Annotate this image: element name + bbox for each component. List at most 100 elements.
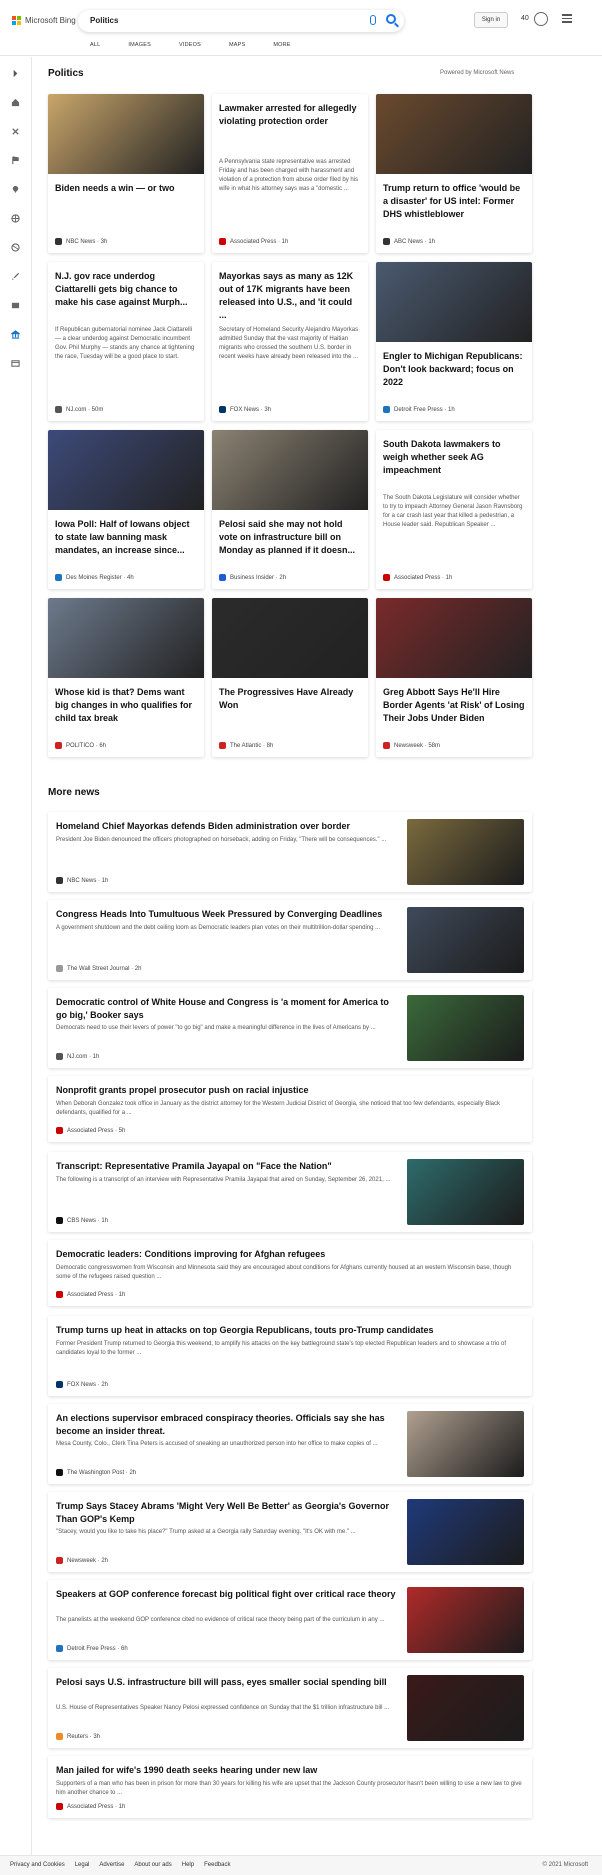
search-input[interactable]: Politics [90,16,118,25]
footer-link-legal[interactable]: Legal [75,1862,90,1868]
news-card[interactable]: Engler to Michigan Republicans: Don't lo… [376,262,532,421]
news-card-title[interactable]: N.J. gov race underdog Ciattarelli gets … [55,270,197,309]
rewards-icon[interactable] [534,12,548,26]
more-news-title[interactable]: Democratic leaders: Conditions improving… [56,1248,524,1261]
more-news-thumbnail[interactable] [407,995,524,1061]
news-card-source[interactable]: POLITICO · 6h [55,742,106,749]
more-news-title[interactable]: Trump Says Stacey Abrams 'Might Very Wel… [56,1500,396,1526]
news-card-image[interactable] [376,94,532,174]
news-card-title[interactable]: Mayorkas says as many as 12K out of 17K … [219,270,361,322]
tools-icon[interactable] [11,127,20,136]
more-news-item[interactable]: An elections supervisor embraced conspir… [48,1404,532,1484]
more-news-source[interactable]: The Wall Street Journal · 2h [56,965,141,972]
more-news-source[interactable]: Reuters · 3h [56,1733,100,1740]
film-icon[interactable] [11,301,20,310]
more-news-item[interactable]: Democratic leaders: Conditions improving… [48,1240,532,1306]
rocket-icon[interactable] [11,272,20,281]
more-news-item[interactable]: Transcript: Representative Pramila Jayap… [48,1152,532,1232]
more-news-thumbnail[interactable] [407,907,524,973]
footer-link-advertise[interactable]: Advertise [99,1862,124,1868]
more-news-title[interactable]: Man jailed for wife's 1990 death seeks h… [56,1764,524,1777]
footer-link-about-ads[interactable]: About our ads [134,1862,171,1868]
news-card[interactable]: The Progressives Have Already Won The Atl… [212,598,368,757]
news-card-source[interactable]: FOX News · 3h [219,406,271,413]
news-card-title[interactable]: Greg Abbott Says He'll Hire Border Agent… [383,686,525,725]
more-news-thumbnail[interactable] [407,1499,524,1565]
news-card[interactable]: Greg Abbott Says He'll Hire Border Agent… [376,598,532,757]
microphone-icon[interactable] [370,15,376,25]
more-news-thumbnail[interactable] [407,1587,524,1653]
more-news-item[interactable]: Pelosi says U.S. infrastructure bill wil… [48,1668,532,1748]
news-card[interactable]: N.J. gov race underdog Ciattarelli gets … [48,262,204,421]
news-card-title[interactable]: Pelosi said she may not hold vote on inf… [219,518,361,557]
more-news-thumbnail[interactable] [407,1675,524,1741]
news-card-image[interactable] [48,430,204,510]
more-news-source[interactable]: Newsweek · 2h [56,1557,108,1564]
news-card-image[interactable] [376,598,532,678]
news-card-title[interactable]: Trump return to office 'would be a disas… [383,182,525,221]
search-box[interactable]: Politics [78,10,404,32]
news-card-title[interactable]: Iowa Poll: Half of Iowans object to stat… [55,518,197,557]
footer-link-help[interactable]: Help [182,1862,194,1868]
tab-videos[interactable]: VIDEOS [179,42,201,48]
news-card-image[interactable] [212,430,368,510]
news-card-source[interactable]: Des Moines Register · 4h [55,574,134,581]
tab-more[interactable]: MORE [273,42,290,48]
more-news-source[interactable]: CBS News · 1h [56,1217,108,1224]
rewards-count[interactable]: 40 [521,15,529,22]
more-news-thumbnail[interactable] [407,1411,524,1477]
more-news-source[interactable]: NBC News · 1h [56,877,108,884]
news-card-source[interactable]: Associated Press · 1h [219,238,288,245]
news-card-source[interactable]: NBC News · 3h [55,238,107,245]
more-news-title[interactable]: An elections supervisor embraced conspir… [56,1412,396,1438]
news-card-image[interactable] [48,598,204,678]
news-card-source[interactable]: Newsweek · 58m [383,742,440,749]
bank-icon[interactable] [11,330,20,339]
tab-maps[interactable]: MAPS [229,42,245,48]
news-card-source[interactable]: Associated Press · 1h [383,574,452,581]
news-card-image[interactable] [212,598,368,678]
globe-icon[interactable] [11,214,20,223]
bing-logo[interactable]: Microsoft Bing [12,16,76,25]
news-card-source[interactable]: NJ.com · 50m [55,406,103,413]
more-news-source[interactable]: FOX News · 2h [56,1381,108,1388]
news-card[interactable]: Biden needs a win — or two NBC News · 3h [48,94,204,253]
more-news-title[interactable]: Trump turns up heat in attacks on top Ge… [56,1324,524,1337]
news-card-source[interactable]: The Atlantic · 8h [219,742,273,749]
news-card[interactable]: Pelosi said she may not hold vote on inf… [212,430,368,589]
more-news-title[interactable]: Speakers at GOP conference forecast big … [56,1588,396,1601]
news-card-title[interactable]: Engler to Michigan Republicans: Don't lo… [383,350,525,389]
more-news-title[interactable]: Nonprofit grants propel prosecutor push … [56,1084,524,1097]
footer-link-feedback[interactable]: Feedback [204,1862,230,1868]
more-news-item[interactable]: Trump turns up heat in attacks on top Ge… [48,1316,532,1396]
more-news-thumbnail[interactable] [407,819,524,885]
chevron-right-icon[interactable] [11,69,20,78]
news-card-title[interactable]: Whose kid is that? Dems want big changes… [55,686,197,725]
news-card-source[interactable]: Detroit Free Press · 1h [383,406,455,413]
footer-link-privacy[interactable]: Privacy and Cookies [10,1862,65,1868]
more-news-title[interactable]: Transcript: Representative Pramila Jayap… [56,1160,396,1173]
news-card-title[interactable]: Lawmaker arrested for allegedly violatin… [219,102,361,128]
more-news-item[interactable]: Speakers at GOP conference forecast big … [48,1580,532,1660]
sports-icon[interactable] [11,243,20,252]
more-news-source[interactable]: Associated Press · 1h [56,1803,125,1810]
news-card[interactable]: Trump return to office 'would be a disas… [376,94,532,253]
more-news-source[interactable]: The Washington Post · 2h [56,1469,136,1476]
more-news-thumbnail[interactable] [407,1159,524,1225]
tab-images[interactable]: IMAGES [128,42,151,48]
hamburger-menu-icon[interactable] [562,14,572,25]
tab-all[interactable]: ALL [90,42,100,48]
flag-icon[interactable] [11,156,20,165]
more-news-title[interactable]: Pelosi says U.S. infrastructure bill wil… [56,1676,396,1689]
news-card-image[interactable] [48,94,204,174]
news-card[interactable]: Lawmaker arrested for allegedly violatin… [212,94,368,253]
more-news-title[interactable]: Homeland Chief Mayorkas defends Biden ad… [56,820,396,833]
home-icon[interactable] [11,98,20,107]
more-news-item[interactable]: Homeland Chief Mayorkas defends Biden ad… [48,812,532,892]
news-card-source[interactable]: Business Insider · 2h [219,574,286,581]
news-card[interactable]: Mayorkas says as many as 12K out of 17K … [212,262,368,421]
news-card-title[interactable]: Biden needs a win — or two [55,182,197,195]
more-news-item[interactable]: Trump Says Stacey Abrams 'Might Very Wel… [48,1492,532,1572]
news-card-image[interactable] [376,262,532,342]
more-news-source[interactable]: Associated Press · 1h [56,1291,125,1298]
